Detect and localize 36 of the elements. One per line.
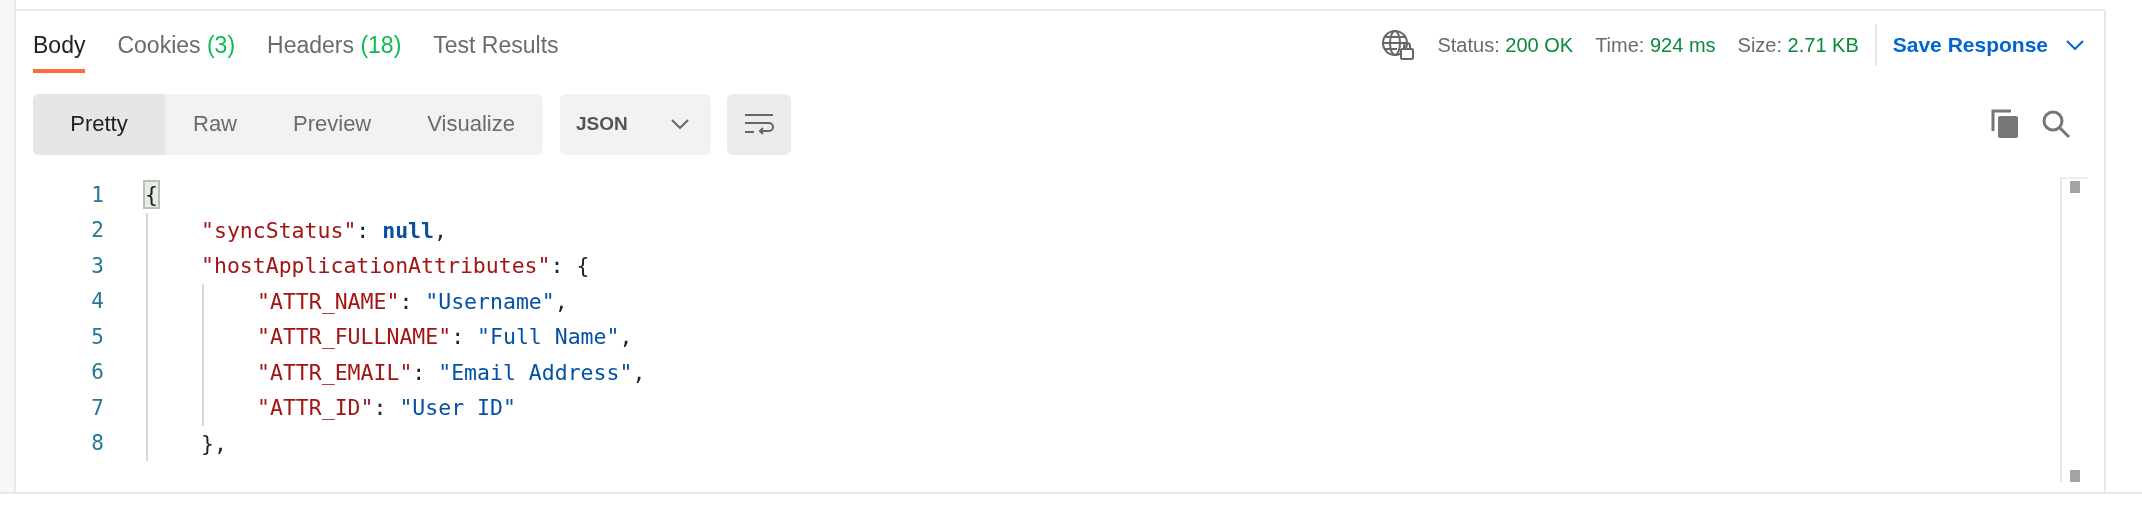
copy-icon[interactable]: [1991, 109, 2019, 139]
view-mode-tab[interactable]: Pretty: [33, 93, 165, 155]
code-line: "ATTR_ID": "User ID": [257, 395, 516, 421]
line-number: 8: [90, 431, 104, 456]
line-number: 5: [90, 324, 104, 349]
code-line: },: [201, 430, 227, 456]
format-dropdown[interactable]: JSON: [559, 93, 711, 155]
globe-lock-icon[interactable]: [1381, 29, 1416, 61]
line-number: 7: [90, 395, 104, 420]
line-number: 6: [90, 360, 104, 385]
wrap-lines-button[interactable]: [726, 93, 791, 155]
line-number: 3: [90, 253, 104, 278]
response-tab[interactable]: Test Results: [433, 17, 559, 73]
code-line: "ATTR_NAME": "Username",: [257, 288, 568, 314]
status-text: Size: 2.71 KB: [1737, 33, 1859, 57]
view-mode-tab[interactable]: Preview: [265, 93, 400, 155]
search-icon[interactable]: [2041, 109, 2071, 139]
code-line: "syncStatus": null,: [201, 217, 447, 243]
chevron-down-icon: [670, 119, 689, 129]
wrap-lines-icon: [743, 113, 774, 135]
save-response-button[interactable]: Save Response: [1876, 33, 2104, 57]
code-line: "hostApplicationAttributes": {: [201, 253, 590, 279]
view-mode-tab[interactable]: Visualize: [399, 93, 543, 155]
line-number: 2: [90, 218, 104, 243]
response-tab[interactable]: Headers (18): [267, 17, 402, 73]
response-tab[interactable]: Cookies (3): [117, 17, 236, 73]
code-line: "ATTR_EMAIL": "Email Address",: [257, 359, 646, 385]
response-tab[interactable]: Body: [33, 17, 86, 73]
status-text: Time: 924 ms: [1595, 33, 1716, 57]
code-line: "ATTR_FULLNAME": "Full Name",: [257, 324, 633, 350]
status-text: Status: 200 OK: [1437, 33, 1574, 57]
line-number: 4: [90, 289, 104, 314]
line-number: 1: [90, 182, 104, 207]
scrollbar[interactable]: [2060, 177, 2088, 482]
view-mode-tab[interactable]: Raw: [165, 93, 265, 155]
chevron-down-icon: [2066, 40, 2084, 50]
